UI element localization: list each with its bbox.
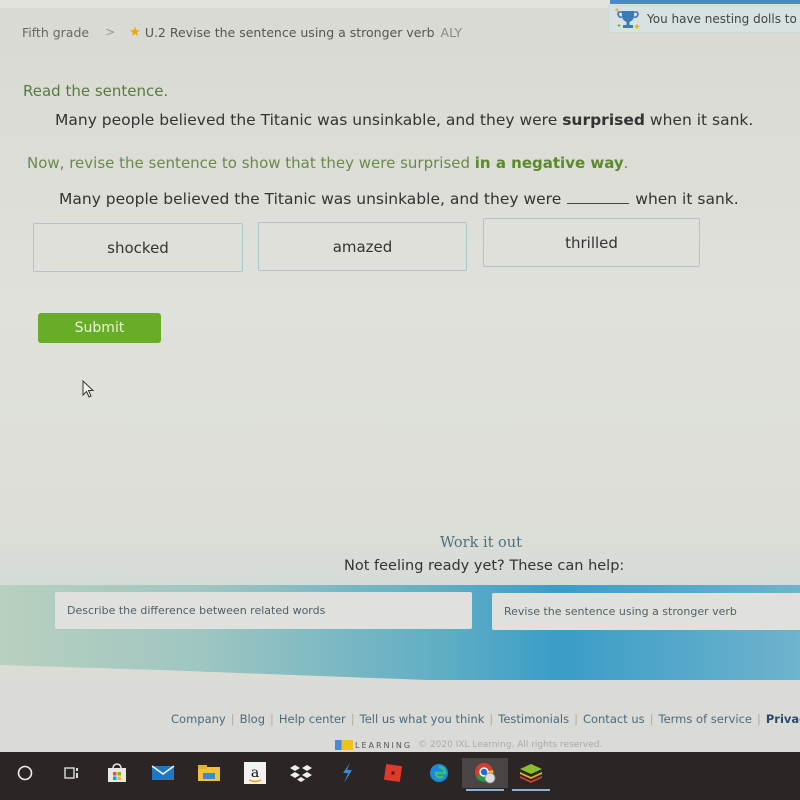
choice-amazed[interactable]: amazed	[258, 222, 467, 271]
work-it-out-title: Work it out	[440, 535, 522, 551]
footer-divider: |	[574, 712, 578, 726]
revised-sentence-end: when it sank.	[635, 190, 739, 208]
footer-link-company[interactable]: Company	[171, 712, 226, 726]
breadcrumb: Fifth grade > ★ U.2 Revise the sentence …	[22, 22, 462, 42]
original-sentence-start: Many people believed the Titanic was uns…	[55, 111, 563, 129]
footer-link-help-center[interactable]: Help center	[279, 712, 346, 726]
breadcrumb-grade[interactable]: Fifth grade	[22, 25, 89, 40]
footer-divider: |	[270, 712, 274, 726]
original-sentence: Many people believed the Titanic was uns…	[55, 111, 753, 129]
top-accent	[610, 0, 800, 4]
ixl-logo[interactable]: LEARNING	[335, 740, 412, 750]
original-sentence-verb: surprised	[562, 111, 645, 129]
instruction-emphasis: in a negative way	[474, 154, 624, 172]
answer-blank[interactable]	[567, 190, 630, 204]
breadcrumb-separator-icon: >	[105, 25, 116, 39]
revised-sentence: Many people believed the Titanic was uns…	[59, 190, 739, 208]
breadcrumb-skill: U.2 Revise the sentence using a stronger…	[144, 24, 435, 40]
store-icon[interactable]	[94, 758, 140, 788]
revised-sentence-start: Many people believed the Titanic was uns…	[59, 190, 562, 208]
footer-link-terms[interactable]: Terms of service	[659, 712, 752, 726]
chrome-icon[interactable]	[462, 758, 508, 791]
footer-divider: |	[350, 712, 355, 726]
bluestacks-icon[interactable]	[508, 758, 554, 791]
cortana-search-icon[interactable]	[2, 758, 48, 788]
ixl-logo-word: LEARNING	[355, 740, 413, 750]
dropbox-icon[interactable]	[278, 758, 324, 788]
choice-thrilled[interactable]: thrilled	[483, 218, 700, 267]
footer-divider: |	[230, 712, 235, 726]
trophy-icon	[615, 7, 641, 31]
app-bolt-icon[interactable]	[324, 758, 370, 788]
help-link-related-words[interactable]: Describe the difference between related …	[55, 592, 472, 629]
ixl-logo-mark-icon	[335, 740, 353, 750]
copyright-text: © 2020 IXL Learning. All rights reserved…	[418, 740, 603, 750]
help-link-stronger-verb[interactable]: Revise the sentence using a stronger ver…	[492, 593, 800, 630]
svg-text:a: a	[251, 765, 259, 781]
breadcrumb-skill-code: ALY	[440, 24, 463, 40]
footer-divider: |	[489, 712, 494, 726]
original-sentence-end: when it sank.	[644, 111, 754, 129]
work-it-out-subtitle: Not feeling ready yet? These can help:	[344, 558, 625, 574]
amazon-icon[interactable]: a	[232, 758, 278, 788]
edge-icon[interactable]	[416, 758, 462, 788]
mail-icon[interactable]	[140, 758, 186, 788]
task-view-icon[interactable]	[48, 758, 94, 788]
file-explorer-icon[interactable]	[186, 758, 232, 788]
footer-link-feedback[interactable]: Tell us what you think	[360, 712, 485, 726]
taskbar: a	[0, 752, 800, 800]
copyright: LEARNING © 2020 IXL Learning. All rights…	[335, 740, 602, 750]
footer-divider: |	[649, 712, 654, 726]
footer-link-blog[interactable]: Blog	[240, 712, 265, 726]
instruction: Now, revise the sentence to show that th…	[27, 154, 628, 172]
read-label: Read the sentence.	[23, 82, 169, 100]
star-icon: ★	[129, 24, 141, 40]
mouse-cursor-icon	[82, 380, 95, 398]
page: Fifth grade > ★ U.2 Revise the sentence …	[0, 0, 800, 752]
roblox-icon[interactable]	[370, 758, 416, 788]
footer-link-testimonials[interactable]: Testimonials	[498, 712, 569, 726]
footer-links: Company | Blog | Help center | Tell us what…	[171, 712, 800, 726]
instruction-start: Now, revise the sentence to show that th…	[27, 154, 475, 172]
instruction-end: .	[623, 154, 629, 172]
award-notice-text: You have nesting dolls to re	[647, 12, 800, 26]
submit-button[interactable]: Submit	[38, 313, 161, 343]
footer-link-privacy[interactable]: Privacy policy	[766, 712, 800, 726]
award-notice[interactable]: You have nesting dolls to re	[608, 5, 800, 33]
footer-divider: |	[756, 712, 761, 726]
footer-link-contact[interactable]: Contact us	[583, 712, 645, 726]
choice-shocked[interactable]: shocked	[33, 223, 243, 272]
